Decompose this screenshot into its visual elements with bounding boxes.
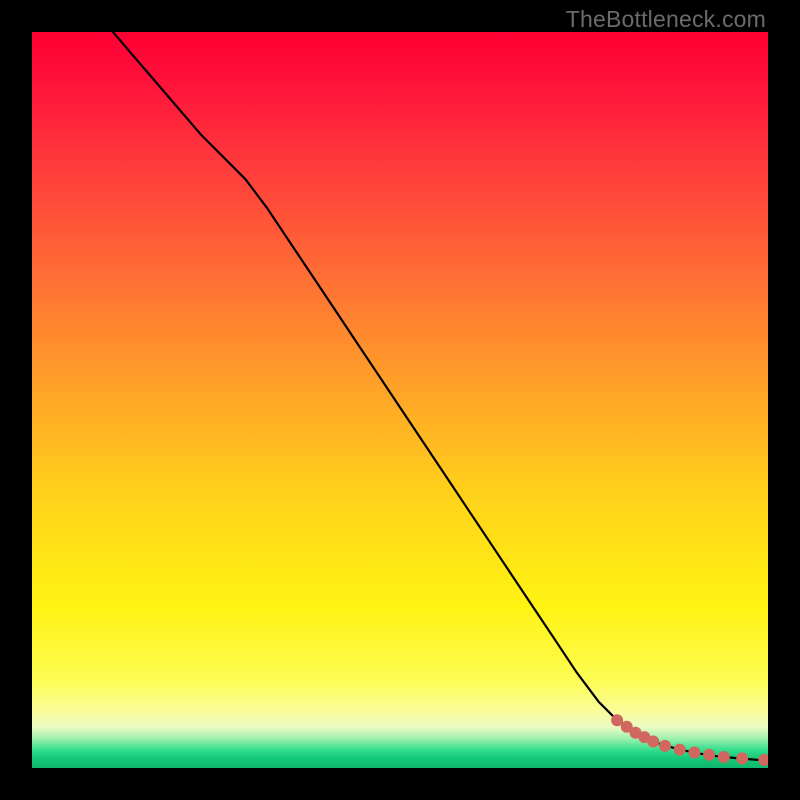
data-point (647, 736, 659, 748)
data-point (638, 731, 650, 743)
data-point (703, 749, 715, 761)
data-point (621, 721, 633, 733)
data-point (659, 740, 671, 752)
data-point (718, 751, 730, 763)
data-point (674, 744, 686, 756)
attribution-label: TheBottleneck.com (566, 6, 766, 33)
data-point (688, 747, 700, 759)
data-points (32, 32, 768, 768)
plot-area (32, 32, 768, 768)
chart-container: TheBottleneck.com (0, 0, 800, 800)
data-point (736, 752, 748, 764)
trend-line (32, 32, 768, 768)
data-point (611, 714, 623, 726)
data-point (630, 727, 642, 739)
data-point (758, 754, 768, 766)
